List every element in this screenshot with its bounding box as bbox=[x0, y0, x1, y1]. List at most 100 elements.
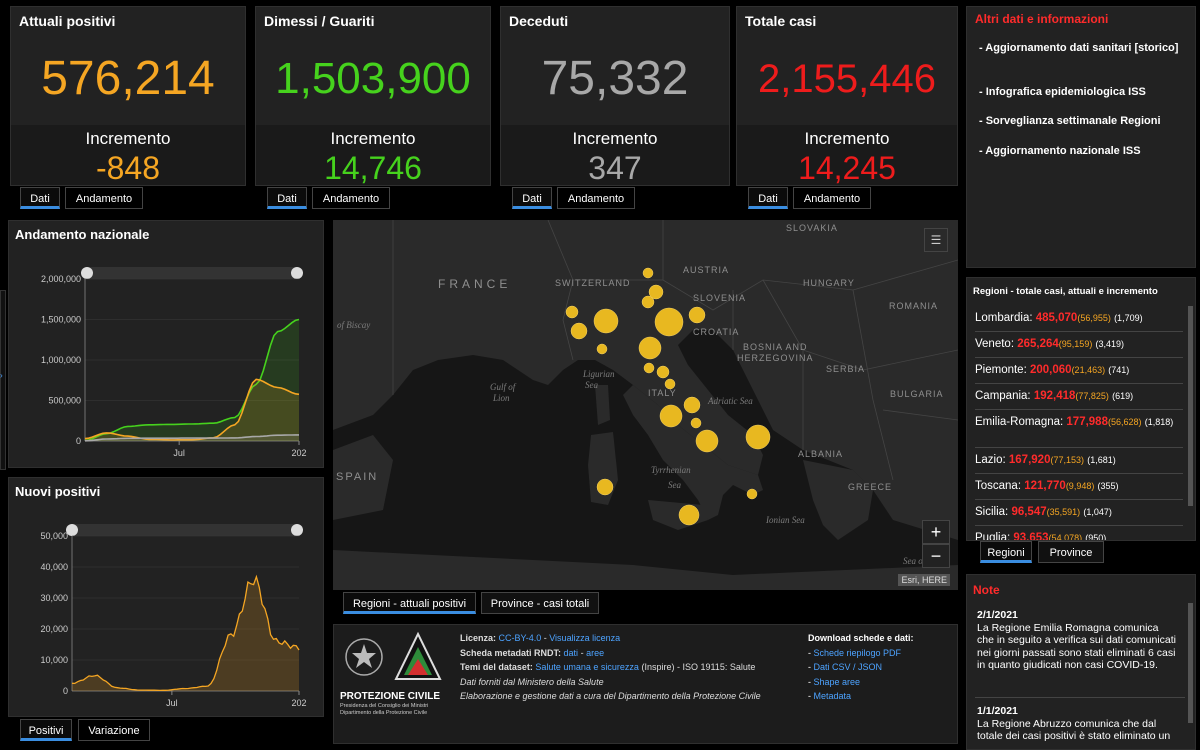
region-name: Sicilia: bbox=[975, 506, 1009, 518]
range-slider-track[interactable] bbox=[72, 524, 297, 536]
bubble[interactable] bbox=[745, 424, 771, 450]
download-item[interactable]: - Shape aree bbox=[808, 675, 958, 690]
info-link-infografica[interactable]: - Infografica epidemiologica ISS bbox=[979, 85, 1179, 99]
map-canvas[interactable]: SLOVAKIA AUSTRIA HUNGARY SWITZERLAND FRA… bbox=[333, 220, 958, 590]
note-date: 2/1/2021 bbox=[977, 609, 1018, 621]
temi-link[interactable]: Salute umana e sicurezza bbox=[535, 662, 639, 672]
land-corsica bbox=[595, 385, 610, 425]
scheda-dati-link[interactable]: dati bbox=[564, 648, 579, 658]
sea-adriatic: Adriatic Sea bbox=[707, 396, 753, 406]
map-panel[interactable]: SLOVAKIA AUSTRIA HUNGARY SWITZERLAND FRA… bbox=[333, 220, 958, 590]
region-total: 485,070 bbox=[1035, 312, 1078, 324]
zoom-in-button[interactable]: + bbox=[922, 520, 950, 544]
bubble[interactable] bbox=[690, 417, 702, 429]
increment-value: 14,245 bbox=[798, 150, 896, 186]
range-slider-handle-right[interactable] bbox=[291, 267, 303, 279]
info-link-aggiornamento[interactable]: - Aggiornamento dati sanitari [storico] bbox=[979, 41, 1179, 55]
kpi-increment-box: Incremento 14,245 bbox=[737, 125, 957, 186]
bubble[interactable] bbox=[643, 362, 655, 374]
label-herzegovina: HERZEGOVINA bbox=[737, 353, 814, 363]
region-increment: (1,047) bbox=[1083, 507, 1112, 517]
bubble[interactable] bbox=[664, 378, 676, 390]
tab-andamento[interactable]: Andamento bbox=[793, 187, 871, 209]
list-item[interactable]: Lazio: 167,920(77,153) (1,681) bbox=[975, 448, 1183, 474]
bubble[interactable] bbox=[648, 284, 664, 300]
bubble[interactable] bbox=[659, 404, 683, 428]
bubble[interactable] bbox=[688, 306, 706, 324]
kpi-title: Attuali positivi bbox=[19, 13, 116, 29]
bubble[interactable] bbox=[638, 336, 662, 360]
bubble[interactable] bbox=[654, 307, 684, 337]
y-tick-label: 10,000 bbox=[40, 655, 68, 665]
bubble[interactable] bbox=[593, 308, 619, 334]
label-bulgaria: BULGARIA bbox=[890, 389, 944, 399]
tab-dati[interactable]: Dati bbox=[512, 187, 552, 209]
tab-regioni[interactable]: Regioni bbox=[980, 541, 1032, 563]
zoom-out-button[interactable]: − bbox=[922, 544, 950, 568]
note-scrollbar[interactable] bbox=[1188, 603, 1193, 723]
region-name: Piemonte: bbox=[975, 364, 1027, 376]
tab-variazione[interactable]: Variazione bbox=[78, 719, 150, 741]
left-edge-toggle[interactable]: › bbox=[0, 290, 6, 470]
list-item[interactable]: Emilia-Romagna: 177,988(56,628) (1,818) bbox=[975, 410, 1183, 448]
range-slider-handle-right[interactable] bbox=[291, 524, 303, 536]
download-shape-link[interactable]: Shape aree bbox=[814, 677, 861, 687]
legend-button[interactable]: ☰ bbox=[924, 228, 948, 252]
download-pdf-link[interactable]: Schede riepilogo PDF bbox=[814, 648, 902, 658]
kpi-value: 576,214 bbox=[41, 52, 215, 105]
bubble[interactable] bbox=[656, 365, 670, 379]
note-divider bbox=[975, 697, 1185, 698]
tab-dati[interactable]: Dati bbox=[748, 187, 788, 209]
kpi-value: 75,332 bbox=[541, 52, 689, 105]
visualizza-licenza-link[interactable]: Visualizza licenza bbox=[549, 633, 620, 643]
x-tick-label: 202 bbox=[291, 448, 306, 458]
list-item[interactable]: Piemonte: 200,060(21,463) (741) bbox=[975, 358, 1183, 384]
chevron-right-icon: › bbox=[0, 371, 3, 380]
scheda-aree-link[interactable]: aree bbox=[586, 648, 604, 658]
license-lines: Licenza: CC-BY-4.0 - Visualizza licenza … bbox=[460, 631, 800, 704]
tab-andamento[interactable]: Andamento bbox=[557, 187, 635, 209]
download-item[interactable]: - Metadata bbox=[808, 689, 958, 704]
list-item[interactable]: Lombardia: 485,070(56,955) (1,709) bbox=[975, 306, 1183, 332]
info-link-sorveglianza[interactable]: - Sorveglianza settimanale Regioni bbox=[979, 114, 1179, 128]
list-item[interactable]: Campania: 192,418(77,825) (619) bbox=[975, 384, 1183, 410]
note-title: Note bbox=[973, 583, 1000, 597]
download-csv-link[interactable]: Dati CSV / JSON bbox=[814, 662, 883, 672]
download-item[interactable]: - Dati CSV / JSON bbox=[808, 660, 958, 675]
tab-dati[interactable]: Dati bbox=[20, 187, 60, 209]
bubble[interactable] bbox=[683, 396, 701, 414]
region-increment: (3,419) bbox=[1095, 339, 1125, 349]
download-item[interactable]: - Schede riepilogo PDF bbox=[808, 646, 958, 661]
bubble[interactable] bbox=[746, 488, 758, 500]
list-item[interactable]: Sicilia: 96,547(35,591) (1,047) bbox=[975, 500, 1183, 526]
bubble[interactable] bbox=[678, 504, 700, 526]
tab-positivi[interactable]: Positivi bbox=[20, 719, 72, 741]
range-slider-handle-left[interactable] bbox=[81, 267, 93, 279]
andamento-panel: Andamento nazionale 2,000,000 1,500,000 1,… bbox=[8, 220, 324, 468]
bubble[interactable] bbox=[570, 322, 588, 340]
region-attuali: (35,591) bbox=[1046, 507, 1081, 517]
bubble[interactable] bbox=[596, 478, 614, 496]
bubble[interactable] bbox=[596, 343, 608, 355]
tab-andamento[interactable]: Andamento bbox=[65, 187, 143, 209]
andamento-chart: 2,000,000 1,500,000 1,000,000 500,000 0 Jul 20… bbox=[41, 267, 307, 458]
list-item[interactable]: Veneto: 265,264(95,159) (3,419) bbox=[975, 332, 1183, 358]
bubble[interactable] bbox=[565, 305, 579, 319]
info-link-iss[interactable]: - Aggiornamento nazionale ISS bbox=[979, 144, 1179, 158]
tab-province-casi[interactable]: Province - casi totali bbox=[481, 592, 599, 614]
list-item[interactable]: Puglia: 93,653(54,078) (950) bbox=[975, 526, 1183, 540]
increment-value: 14,746 bbox=[324, 150, 422, 186]
download-metadata-link[interactable]: Metadata bbox=[814, 691, 852, 701]
bubble[interactable] bbox=[642, 267, 654, 279]
bubble[interactable] bbox=[695, 429, 719, 453]
tab-dati[interactable]: Dati bbox=[267, 187, 307, 209]
list-item[interactable]: Toscana: 121,770(9,948) (355) bbox=[975, 474, 1183, 500]
range-slider-track[interactable] bbox=[87, 267, 297, 279]
tab-regioni-attuali[interactable]: Regioni - attuali positivi bbox=[343, 592, 476, 614]
regioni-scrollbar[interactable] bbox=[1188, 306, 1193, 506]
note-entry: 1/1/2021 La Regione Abruzzo comunica che… bbox=[977, 705, 1177, 743]
tab-andamento[interactable]: Andamento bbox=[312, 187, 390, 209]
licenza-link[interactable]: CC-BY-4.0 bbox=[499, 633, 542, 643]
regioni-list[interactable]: Lombardia: 485,070(56,955) (1,709) Venet… bbox=[967, 304, 1195, 540]
tab-province[interactable]: Province bbox=[1038, 541, 1104, 563]
